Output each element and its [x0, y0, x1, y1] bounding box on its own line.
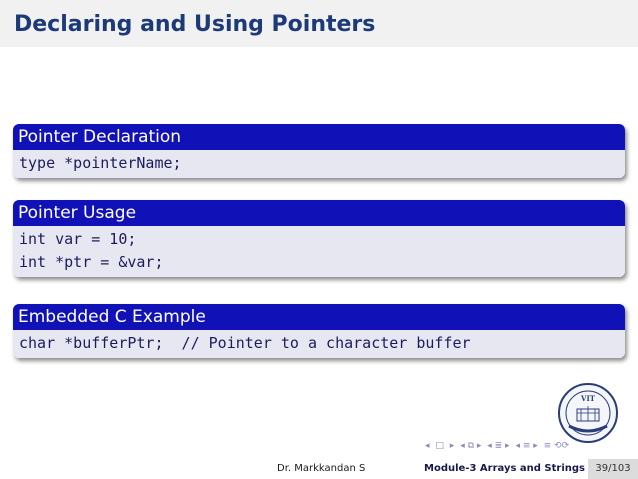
- block-heading: Pointer Declaration: [13, 124, 625, 150]
- nav-align-icon[interactable]: ◂ ≡ ▸: [515, 441, 537, 451]
- nav-subsection-icon[interactable]: ◂ ⧉ ▸: [460, 441, 481, 451]
- footer-author: Dr. Markkandan S: [277, 463, 366, 474]
- nav-search-icon[interactable]: ≡ ⟲⟳: [544, 441, 569, 451]
- block-embedded-c-example: Embedded C Example char *bufferPtr; // P…: [13, 304, 625, 358]
- code-line: int *ptr = &var;: [19, 253, 164, 271]
- code-line: char *bufferPtr; // Pointer to a charact…: [19, 334, 471, 352]
- nav-left-icon[interactable]: ◂: [425, 441, 430, 451]
- nav-section-icon[interactable]: ◂ ≣ ▸: [487, 441, 509, 451]
- block-body: char *bufferPtr; // Pointer to a charact…: [13, 330, 625, 358]
- logo-text: VIT: [580, 394, 596, 403]
- code-line: type *pointerName;: [19, 154, 182, 172]
- block-pointer-usage: Pointer Usage int var = 10; int *ptr = &…: [13, 200, 625, 277]
- block-body: int var = 10; int *ptr = &var;: [13, 226, 625, 277]
- footer-page-number: 39/103: [588, 459, 638, 479]
- block-body: type *pointerName;: [13, 150, 625, 178]
- nav-frame-icon[interactable]: □: [435, 441, 444, 451]
- slide-title: Declaring and Using Pointers: [14, 12, 376, 37]
- block-heading: Pointer Usage: [13, 200, 625, 226]
- block-pointer-declaration: Pointer Declaration type *pointerName;: [13, 124, 625, 178]
- code-line: int var = 10;: [19, 230, 137, 248]
- nav-right-icon[interactable]: ▸: [450, 441, 455, 451]
- vit-logo: VIT: [557, 382, 619, 444]
- beamer-navigation: ◂ □ ▸ ◂ ⧉ ▸ ◂ ≣ ▸ ◂ ≡ ▸ ≡ ⟲⟳: [425, 441, 572, 451]
- title-bar: Declaring and Using Pointers: [0, 0, 638, 47]
- footer-module: Module-3 Arrays and Strings: [424, 463, 585, 474]
- block-heading: Embedded C Example: [13, 304, 625, 330]
